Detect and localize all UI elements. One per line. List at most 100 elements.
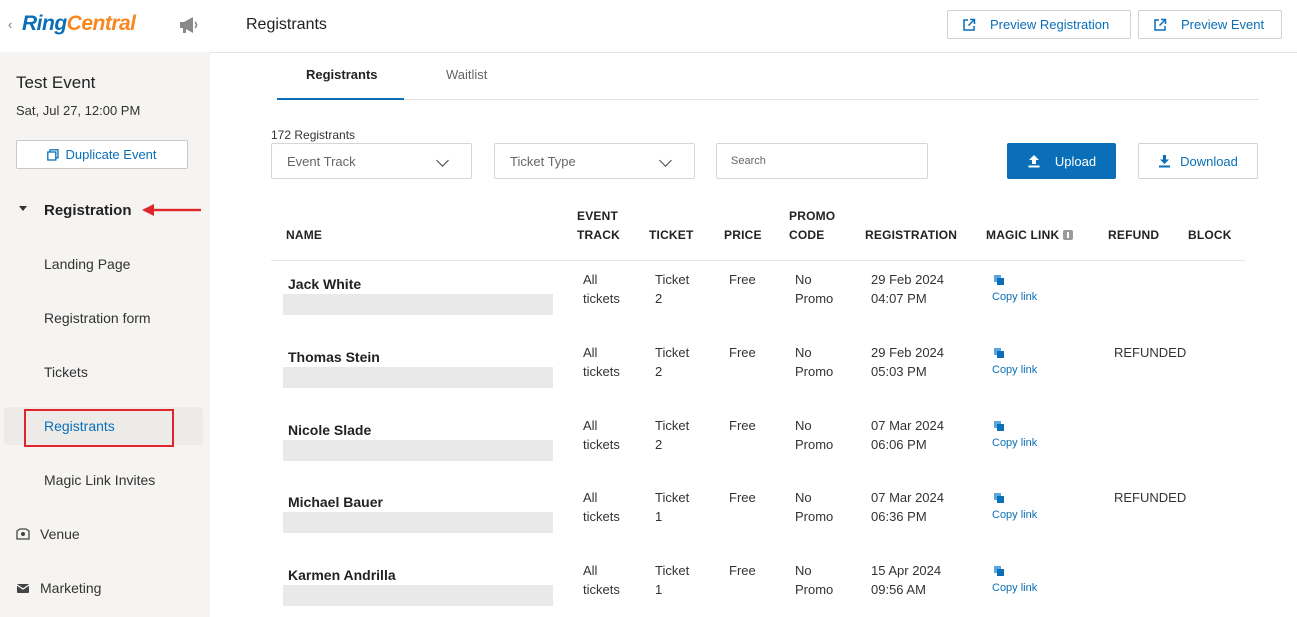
copy-link-button[interactable]: Copy link [992, 345, 1052, 376]
table-row[interactable]: Karmen Andrilla All tickets Ticket 1 Free … [271, 552, 1245, 617]
nav-venue-label: Venue [40, 526, 80, 542]
table-row[interactable]: Jack White All tickets Ticket 2 Free No Pro… [271, 261, 1245, 334]
column-promo-code-line-2: CODE [789, 228, 825, 242]
copy-link-button[interactable]: Copy link [992, 272, 1052, 303]
search-input[interactable] [716, 143, 928, 179]
copy-link-label: Copy link [992, 582, 1038, 594]
sidebar: ‹ RingCentral Test Event Sat, Jul 27, 12… [0, 0, 210, 617]
download-label: Download [1180, 153, 1238, 169]
ticket-cell: Ticket 1 [655, 563, 690, 597]
active-tab-underline [277, 98, 404, 100]
column-event-track[interactable]: EVENT TRACK [577, 207, 620, 245]
upload-icon [1028, 155, 1040, 168]
tab-waitlist[interactable]: Waitlist [446, 67, 487, 82]
price-cell: Free [729, 272, 756, 287]
download-button[interactable]: Download [1138, 143, 1258, 179]
external-link-icon [963, 18, 976, 31]
table-row[interactable]: Thomas Stein All tickets Ticket 2 Free No P… [271, 334, 1245, 407]
redacted-email [283, 294, 553, 315]
megaphone-icon[interactable] [178, 15, 200, 35]
back-chevron-icon[interactable]: ‹ [8, 17, 12, 32]
registration-date-cell: 07 Mar 2024 06:36 PM [871, 490, 944, 524]
column-block[interactable]: BLOCK [1188, 226, 1232, 245]
column-ticket[interactable]: TICKET [649, 226, 694, 245]
preview-registration-button[interactable]: Preview Registration [947, 10, 1131, 39]
tab-registrants[interactable]: Registrants [306, 67, 378, 82]
duplicate-event-label: Duplicate Event [65, 147, 157, 162]
download-icon [1159, 155, 1171, 168]
column-event-track-line-2: TRACK [577, 228, 620, 242]
price-cell: Free [729, 490, 756, 505]
venue-icon [16, 528, 30, 540]
registration-date-cell: 29 Feb 2024 04:07 PM [871, 272, 945, 306]
column-magic-link-label: MAGIC LINK [986, 228, 1060, 242]
brand-bar: ‹ RingCentral [0, 0, 210, 52]
event-track-cell: All tickets [583, 490, 620, 524]
column-refund[interactable]: REFUND [1108, 226, 1159, 245]
registrant-count: 172 Registrants [271, 128, 356, 142]
preview-event-button[interactable]: Preview Event [1138, 10, 1282, 39]
column-registration[interactable]: REGISTRATION [865, 226, 957, 245]
promo-cell: No Promo [795, 418, 834, 452]
copy-link-label: Copy link [992, 509, 1038, 521]
nav-item-registration-form[interactable]: Registration form [44, 310, 151, 326]
promo-cell: No Promo [795, 490, 834, 524]
duplicate-event-button[interactable]: Duplicate Event [16, 140, 188, 169]
page-title: Registrants [246, 16, 327, 33]
copy-icon [994, 421, 1004, 431]
nav-item-venue[interactable]: Venue [16, 526, 80, 542]
table-row[interactable]: Michael Bauer All tickets Ticket 1 Free No… [271, 479, 1245, 552]
column-name[interactable]: NAME [286, 226, 322, 245]
duplicate-icon [47, 148, 60, 161]
annotation-arrow [142, 204, 201, 216]
copy-icon [994, 493, 1004, 503]
chevron-down-icon [659, 154, 672, 167]
copy-icon [994, 566, 1004, 576]
nav-item-landing-page[interactable]: Landing Page [44, 256, 130, 272]
preview-registration-label: Preview Registration [990, 17, 1110, 32]
top-header: Registrants Preview Registration Preview… [210, 0, 1297, 53]
price-cell: Free [729, 345, 756, 360]
price-cell: Free [729, 418, 756, 433]
copy-link-button[interactable]: Copy link [992, 563, 1052, 594]
event-date: Sat, Jul 27, 12:00 PM [16, 103, 141, 118]
event-track-cell: All tickets [583, 418, 620, 452]
ticket-type-select[interactable]: Ticket Type [494, 143, 695, 179]
registrant-name: Nicole Slade [288, 422, 372, 438]
registration-date-cell: 29 Feb 2024 05:03 PM [871, 345, 945, 379]
upload-button[interactable]: Upload [1007, 143, 1116, 179]
event-track-select[interactable]: Event Track [271, 143, 472, 179]
nav-item-marketing[interactable]: Marketing [16, 580, 101, 596]
redacted-email [283, 440, 553, 461]
column-promo-code-line-1: PROMO [789, 209, 836, 223]
registrant-name: Thomas Stein [288, 349, 380, 365]
event-track-cell: All tickets [583, 563, 620, 597]
column-event-track-line-1: EVENT [577, 209, 619, 223]
nav-item-tickets[interactable]: Tickets [44, 364, 88, 380]
column-price[interactable]: PRICE [724, 226, 762, 245]
nav-section-label: Registration [44, 202, 132, 219]
copy-link-button[interactable]: Copy link [992, 418, 1052, 449]
copy-link-label: Copy link [992, 437, 1038, 449]
ringcentral-logo[interactable]: RingCentral [22, 12, 136, 36]
nav-item-magic-link-invites[interactable]: Magic Link Invites [44, 472, 155, 488]
info-icon[interactable] [1063, 230, 1074, 240]
column-magic-link[interactable]: MAGIC LINK [986, 226, 1074, 245]
copy-link-label: Copy link [992, 364, 1038, 376]
ticket-cell: Ticket 1 [655, 490, 690, 524]
upload-label: Upload [1054, 153, 1097, 169]
ticket-cell: Ticket 2 [655, 345, 690, 379]
nav-marketing-label: Marketing [40, 580, 102, 596]
registration-date-cell: 07 Mar 2024 06:06 PM [871, 418, 944, 452]
refund-cell: REFUNDED [1114, 345, 1187, 360]
table-row[interactable]: Nicole Slade All tickets Ticket 2 Free No P… [271, 407, 1245, 480]
column-promo-code[interactable]: PROMO CODE [789, 207, 835, 245]
event-track-value: Event Track [287, 153, 356, 169]
redacted-email [283, 512, 553, 533]
refund-cell: REFUNDED [1114, 490, 1187, 505]
promo-cell: No Promo [795, 345, 834, 379]
marketing-icon [16, 584, 30, 593]
registration-date-cell: 15 Apr 2024 09:56 AM [871, 563, 942, 597]
copy-link-button[interactable]: Copy link [992, 490, 1052, 521]
redacted-email [283, 367, 553, 388]
